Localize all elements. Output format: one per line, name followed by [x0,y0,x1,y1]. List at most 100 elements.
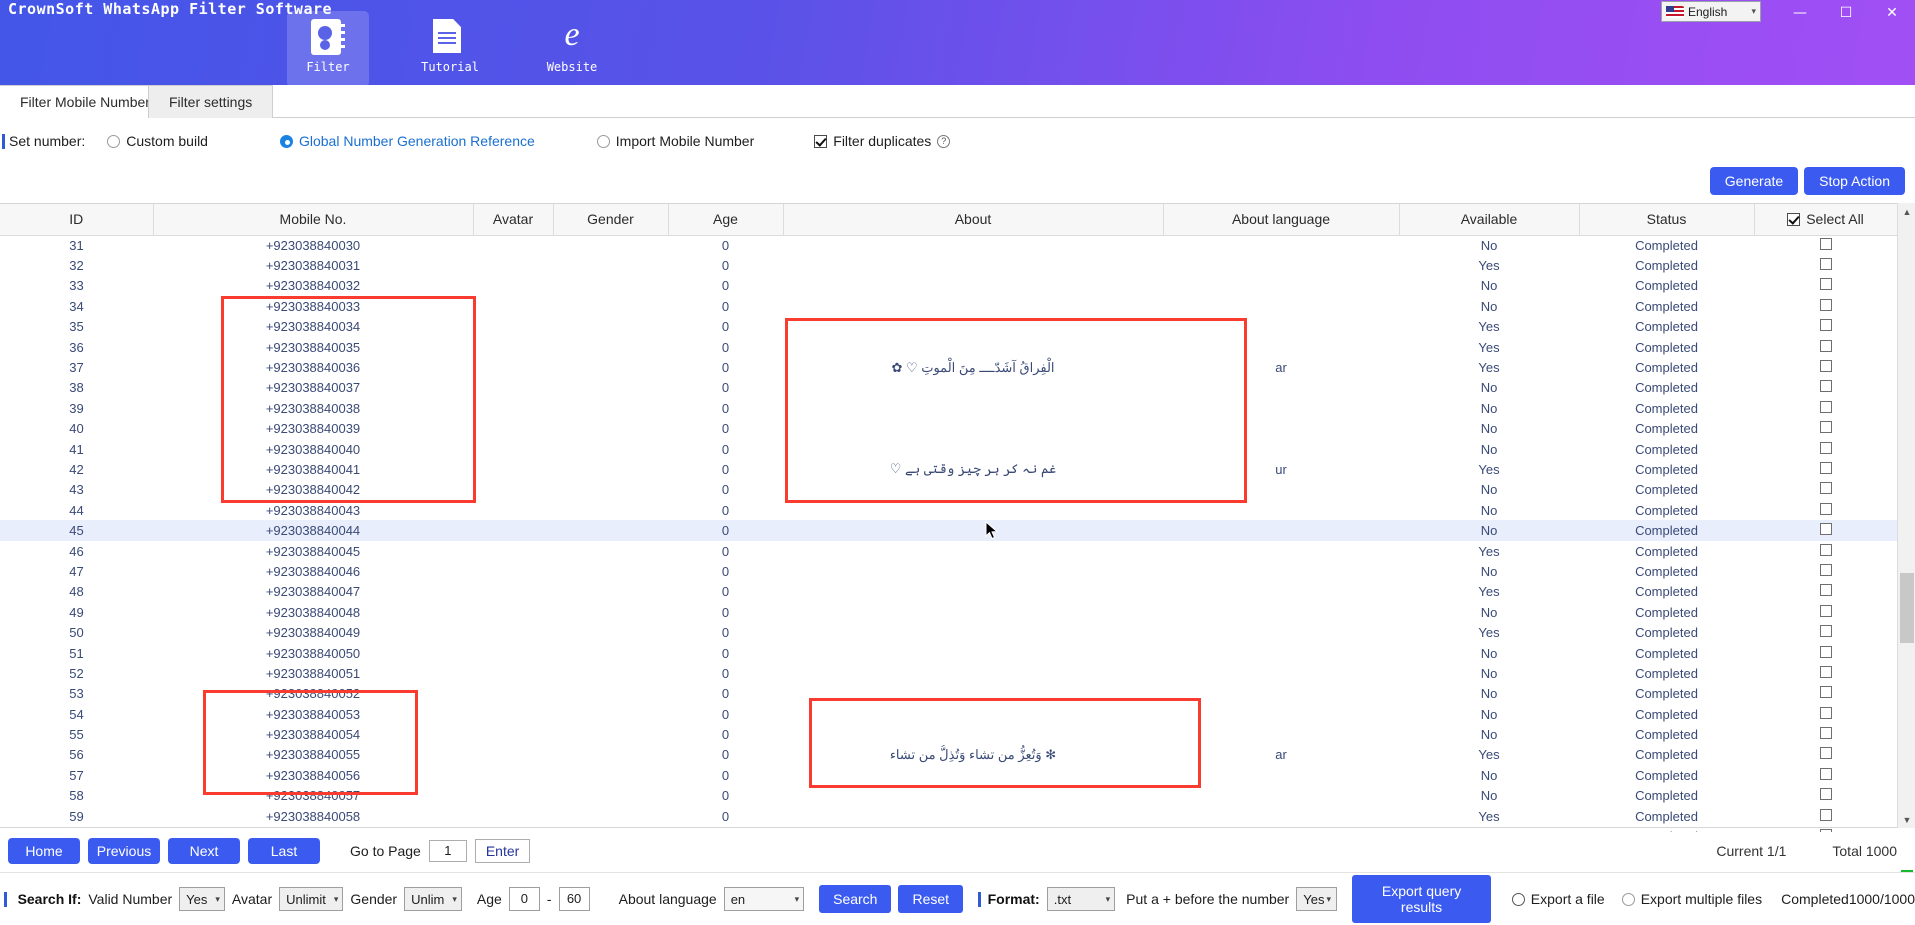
radio-import-mobile-number[interactable]: Import Mobile Number [596,133,754,149]
row-cell-select[interactable] [1754,520,1897,541]
table-row[interactable]: 49 +923038840048 0 No Completed [0,602,1897,622]
enter-button[interactable]: Enter [474,839,531,863]
table-row[interactable]: 41 +923038840040 0 No Completed [0,439,1897,459]
age-min-input[interactable]: 0 [508,887,540,911]
column-header-about-language[interactable]: About language [1163,204,1400,236]
row-checkbox[interactable] [1819,441,1832,454]
gender-select[interactable]: Unlim ▾ [404,887,462,911]
row-cell-select[interactable] [1754,684,1897,704]
row-checkbox[interactable] [1819,645,1832,658]
row-checkbox[interactable] [1819,461,1832,474]
column-header-available[interactable]: Available [1399,204,1580,236]
column-header-gender[interactable]: Gender [553,204,669,236]
help-icon[interactable]: ? [937,134,951,148]
nav-item-tutorial[interactable]: Tutorial [409,11,491,87]
table-row[interactable]: 45 +923038840044 0 No Completed [0,520,1897,541]
avatar-select[interactable]: Unlimit ▾ [279,887,344,911]
column-header-avatar[interactable]: Avatar [473,204,554,236]
maximize-button[interactable]: ☐ [1823,0,1869,26]
table-row[interactable]: 55 +923038840054 0 No Completed [0,724,1897,744]
row-cell-select[interactable] [1754,235,1897,255]
row-cell-select[interactable] [1754,786,1897,806]
language-selector[interactable]: English ▾ [1661,1,1761,22]
row-cell-select[interactable] [1754,582,1897,602]
row-cell-select[interactable] [1754,561,1897,581]
tab-filter-mobile-number[interactable]: Filter Mobile Number [0,85,171,118]
row-checkbox[interactable] [1819,360,1832,373]
column-header-id[interactable]: ID [0,204,154,236]
table-row[interactable]: 53 +923038840052 0 No Completed [0,684,1897,704]
table-row[interactable]: 38 +923038840037 0 No Completed [0,378,1897,398]
row-checkbox[interactable] [1819,767,1832,780]
row-checkbox[interactable] [1819,706,1832,719]
row-cell-select[interactable] [1754,724,1897,744]
goto-page-input[interactable]: 1 [428,840,467,862]
row-checkbox[interactable] [1819,400,1832,413]
column-header-age[interactable]: Age [668,204,784,236]
row-checkbox[interactable] [1819,523,1832,536]
next-button[interactable]: Next [168,838,240,864]
table-row[interactable]: 59 +923038840058 0 Yes Completed [0,806,1897,826]
row-cell-select[interactable] [1754,602,1897,622]
row-cell-select[interactable] [1754,622,1897,642]
row-checkbox[interactable] [1819,625,1832,638]
row-checkbox[interactable] [1819,502,1832,515]
search-button[interactable]: Search [819,885,892,913]
row-cell-select[interactable] [1754,806,1897,826]
radio-global-number-generation-reference[interactable]: Global Number Generation Reference [279,133,535,149]
row-cell-select[interactable] [1754,663,1897,683]
row-cell-select[interactable] [1754,439,1897,459]
row-checkbox[interactable] [1819,686,1832,699]
table-row[interactable]: 52 +923038840051 0 No Completed [0,663,1897,683]
row-checkbox[interactable] [1819,665,1832,678]
table-row[interactable]: 39 +923038840038 0 No Completed [0,398,1897,418]
select-all-checkbox[interactable] [1787,212,1801,226]
row-cell-select[interactable] [1754,317,1897,337]
previous-button[interactable]: Previous [88,838,160,864]
row-cell-select[interactable] [1754,459,1897,479]
generate-button[interactable]: Generate [1709,167,1799,195]
plus-prefix-select[interactable]: Yes ▾ [1296,887,1338,911]
row-cell-select[interactable] [1754,398,1897,418]
scroll-up-arrow-icon[interactable]: ▲ [1898,203,1915,220]
row-checkbox[interactable] [1819,563,1832,576]
radio-export-a-file[interactable]: Export a file [1511,891,1605,907]
reset-button[interactable]: Reset [898,885,964,913]
checkbox-filter-duplicates[interactable]: Filter duplicates ? [814,133,951,149]
row-cell-select[interactable] [1754,255,1897,275]
table-row[interactable]: 36 +923038840035 0 Yes Completed [0,337,1897,357]
row-checkbox[interactable] [1819,380,1832,393]
row-cell-select[interactable] [1754,357,1897,377]
row-checkbox[interactable] [1819,339,1832,352]
table-row[interactable]: 33 +923038840032 0 No Completed [0,276,1897,296]
row-cell-select[interactable] [1754,704,1897,724]
table-row[interactable]: 40 +923038840039 0 No Completed [0,419,1897,439]
home-button[interactable]: Home [8,838,80,864]
row-cell-select[interactable] [1754,500,1897,520]
row-cell-select[interactable] [1754,337,1897,357]
row-checkbox[interactable] [1819,319,1832,332]
row-cell-select[interactable] [1754,643,1897,663]
close-button[interactable]: ✕ [1869,0,1915,26]
column-header-mobile-no[interactable]: Mobile No. [153,204,474,236]
table-row[interactable]: 43 +923038840042 0 No Completed [0,480,1897,500]
row-checkbox[interactable] [1819,727,1832,740]
row-cell-select[interactable] [1754,276,1897,296]
row-cell-select[interactable] [1754,296,1897,316]
row-checkbox[interactable] [1819,543,1832,556]
table-row[interactable]: 34 +923038840033 0 No Completed [0,296,1897,316]
row-checkbox[interactable] [1819,421,1832,434]
vertical-scrollbar[interactable]: ▲ ▼ [1897,203,1915,881]
tab-filter-settings[interactable]: Filter settings [148,85,274,118]
table-row[interactable]: 42 +923038840041 0 غم نہ کر ہر چیز وقتی ہے … [0,459,1897,479]
age-max-input[interactable]: 60 [558,887,590,911]
row-cell-select[interactable] [1754,765,1897,785]
row-cell-select[interactable] [1754,541,1897,561]
export-query-results-button[interactable]: Export query results [1352,875,1491,923]
radio-custom-build[interactable]: Custom build [107,133,208,149]
format-select[interactable]: .txt ▾ [1046,887,1116,911]
row-checkbox[interactable] [1819,298,1832,311]
minimize-button[interactable]: — [1777,0,1823,26]
row-checkbox[interactable] [1819,258,1832,271]
table-row[interactable]: 46 +923038840045 0 Yes Completed [0,541,1897,561]
